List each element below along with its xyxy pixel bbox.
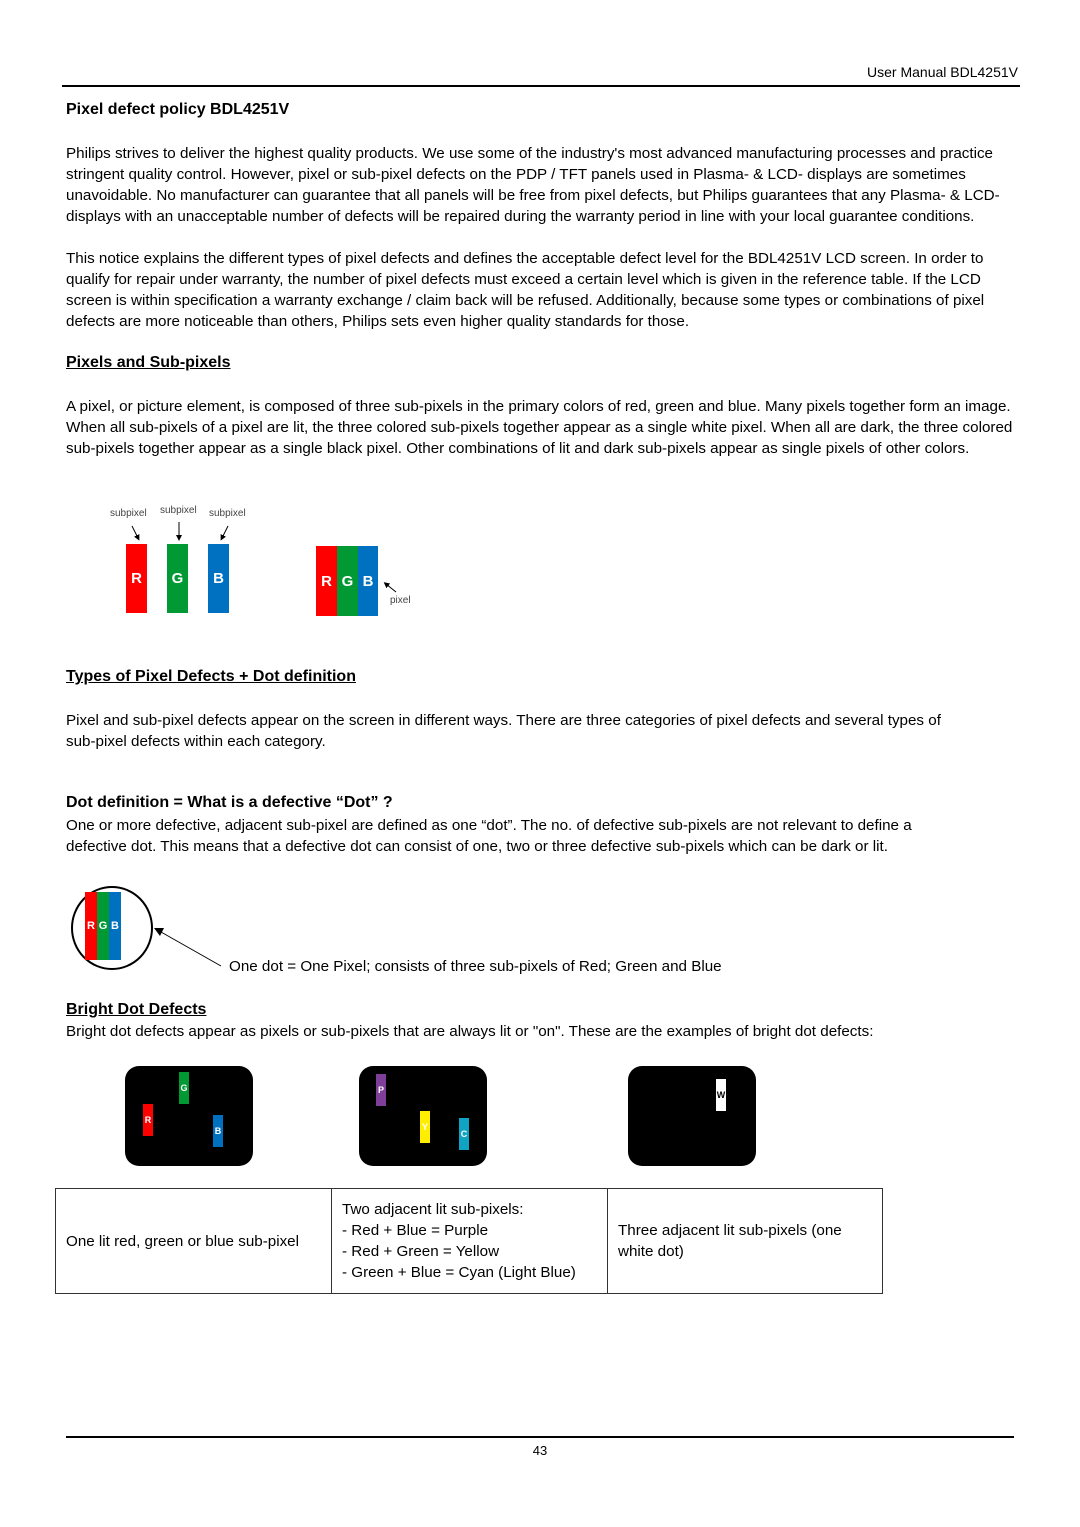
- table-row: One lit red, green or blue sub-pixel Two…: [55, 1188, 883, 1294]
- three-subpixel-defect-panel: W: [628, 1066, 756, 1166]
- dot-heading: Dot definition = What is a defective “Do…: [66, 794, 393, 811]
- dot-red: R: [85, 892, 97, 960]
- blue-lit-subpixel: B: [213, 1115, 223, 1147]
- footer-rule: [66, 1436, 1014, 1438]
- purple-lit-pixel: P: [376, 1074, 386, 1106]
- table-cell-two: Two adjacent lit sub-pixels: - Red + Blu…: [331, 1188, 608, 1294]
- yellow-lit-pixel: Y: [420, 1111, 430, 1143]
- table-cell-single: One lit red, green or blue sub-pixel: [55, 1188, 332, 1294]
- pixel-label: pixel: [390, 595, 411, 606]
- dot-green: G: [97, 892, 109, 960]
- dot-paragraph: One or more defective, adjacent sub-pixe…: [66, 817, 912, 855]
- red-subpixel: R: [126, 544, 147, 613]
- types-heading: Types of Pixel Defects + Dot definition: [66, 668, 356, 685]
- dot-blue: B: [109, 892, 121, 960]
- pixel-red: R: [316, 546, 337, 616]
- bright-dot-table: One lit red, green or blue sub-pixel Two…: [55, 1188, 883, 1294]
- cyan-lit-pixel: C: [459, 1118, 469, 1150]
- dot-figure: R G B: [66, 884, 236, 976]
- table-line: Two adjacent lit sub-pixels:: [342, 1201, 524, 1218]
- intro-paragraph-2: This notice explains the different types…: [66, 250, 985, 330]
- pixel-blue: B: [358, 546, 378, 616]
- two-subpixel-defect-panel: P Y C: [359, 1066, 487, 1166]
- green-lit-subpixel: G: [179, 1072, 189, 1104]
- pixel-green: G: [337, 546, 358, 616]
- bright-paragraph: Bright dot defects appear as pixels or s…: [66, 1023, 874, 1040]
- running-header: User Manual BDL4251V: [867, 64, 1018, 80]
- table-line: - Red + Green = Yellow: [342, 1243, 500, 1260]
- page-number: 43: [532, 1443, 548, 1458]
- subpixel-figure: subpixel subpixel subpixel R G B R G B p…: [100, 500, 430, 625]
- page-title: Pixel defect policy BDL4251V: [66, 101, 290, 118]
- blue-subpixel: B: [208, 544, 229, 613]
- red-lit-subpixel: R: [143, 1104, 153, 1136]
- pixels-paragraph: A pixel, or picture element, is composed…: [66, 398, 1013, 457]
- table-line: - Red + Blue = Purple: [342, 1222, 489, 1239]
- intro-paragraph-1: Philips strives to deliver the highest q…: [66, 145, 1000, 225]
- dot-figure-caption: One dot = One Pixel; consists of three s…: [229, 958, 722, 975]
- pixels-heading: Pixels and Sub-pixels: [66, 354, 231, 371]
- subpixel-arrows: [131, 522, 397, 593]
- table-line: - Green + Blue = Cyan (Light Blue): [342, 1264, 576, 1281]
- white-lit-pixel: W: [716, 1079, 726, 1111]
- types-paragraph: Pixel and sub-pixel defects appear on th…: [66, 712, 941, 750]
- green-subpixel: G: [167, 544, 188, 613]
- single-subpixel-defect-panel: G R B: [125, 1066, 253, 1166]
- bright-heading: Bright Dot Defects: [66, 1001, 207, 1018]
- table-cell-three: Three adjacent lit sub-pixels (one white…: [607, 1188, 883, 1294]
- header-rule: [62, 85, 1020, 87]
